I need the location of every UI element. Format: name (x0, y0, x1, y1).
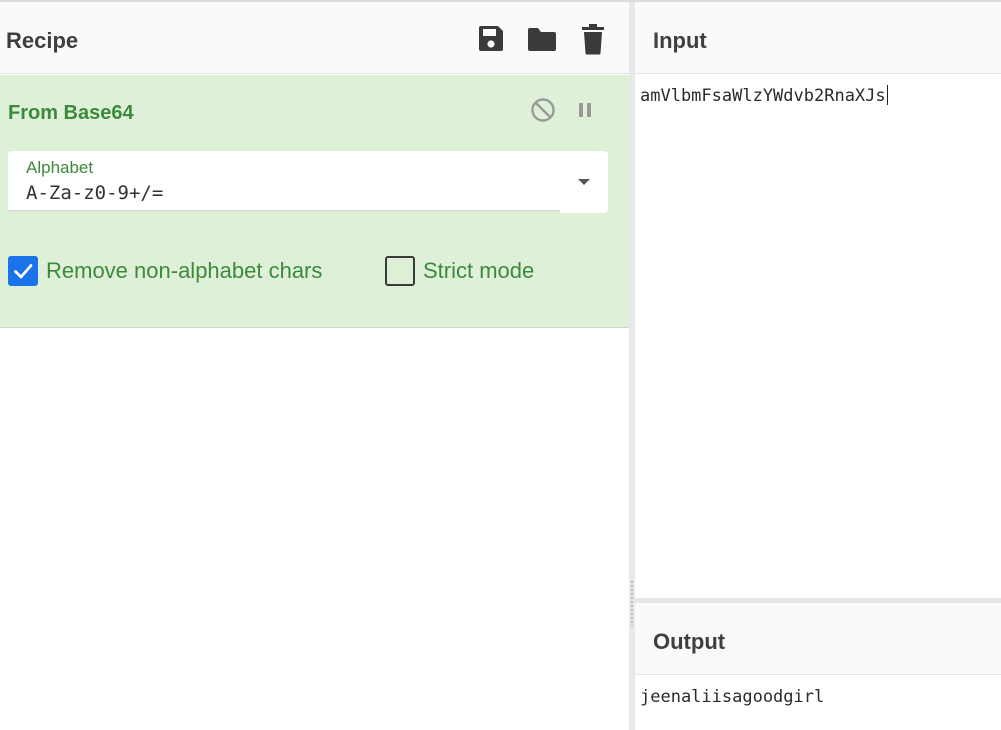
remove-non-alphabet-option[interactable]: Remove non-alphabet chars (8, 256, 322, 286)
alphabet-input[interactable]: A-Za-z0-9+/= (26, 181, 163, 205)
splitter-grip-icon (630, 580, 634, 626)
alphabet-dropdown-button[interactable] (560, 151, 608, 213)
recipe-panel: Recipe From Base64 Alphabet A-Za-z0-9+/=… (0, 2, 629, 730)
from-base64-operation[interactable]: From Base64 Alphabet A-Za-z0-9+/= Remove… (0, 75, 629, 328)
input-title: Input (653, 28, 707, 53)
clear-recipe-button[interactable] (576, 22, 610, 56)
remove-non-alphabet-checkbox[interactable] (8, 256, 38, 286)
pause-icon (579, 103, 591, 117)
remove-non-alphabet-label: Remove non-alphabet chars (46, 258, 323, 283)
alphabet-field[interactable]: Alphabet A-Za-z0-9+/= (8, 151, 560, 211)
pause-operation-button[interactable] (570, 95, 600, 125)
save-recipe-button[interactable] (474, 22, 508, 56)
strict-mode-checkbox[interactable] (385, 256, 415, 286)
load-recipe-button[interactable] (525, 22, 559, 56)
disable-circle-icon (531, 98, 555, 122)
output-header: Output (635, 603, 1001, 675)
caret-down-icon (578, 179, 590, 185)
disable-operation-button[interactable] (528, 95, 558, 125)
input-header: Input (635, 2, 1001, 74)
trash-icon (582, 24, 604, 55)
text-cursor (886, 85, 888, 105)
strict-mode-label: Strict mode (423, 258, 535, 283)
output-title: Output (653, 629, 726, 654)
folder-icon (528, 28, 556, 51)
operation-title: From Base64 (8, 102, 134, 124)
output-text[interactable]: jeenaliisagoodgirl (640, 685, 824, 709)
recipe-title: Recipe (6, 28, 79, 53)
cyberchef-app: Recipe From Base64 Alphabet A-Za-z0-9+/=… (0, 0, 1001, 730)
recipe-header: Recipe (0, 2, 629, 74)
io-panel: Input amVlbmFsaWlzYWdvb2RnaXJs Output je… (635, 2, 1001, 730)
strict-mode-option[interactable]: Strict mode (385, 256, 534, 286)
input-text: amVlbmFsaWlzYWdvb2RnaXJs (640, 86, 886, 106)
checkmark-icon (14, 264, 33, 279)
alphabet-label: Alphabet (26, 158, 94, 177)
input-textarea[interactable]: amVlbmFsaWlzYWdvb2RnaXJs (640, 84, 888, 108)
floppy-disk-icon (479, 26, 503, 51)
